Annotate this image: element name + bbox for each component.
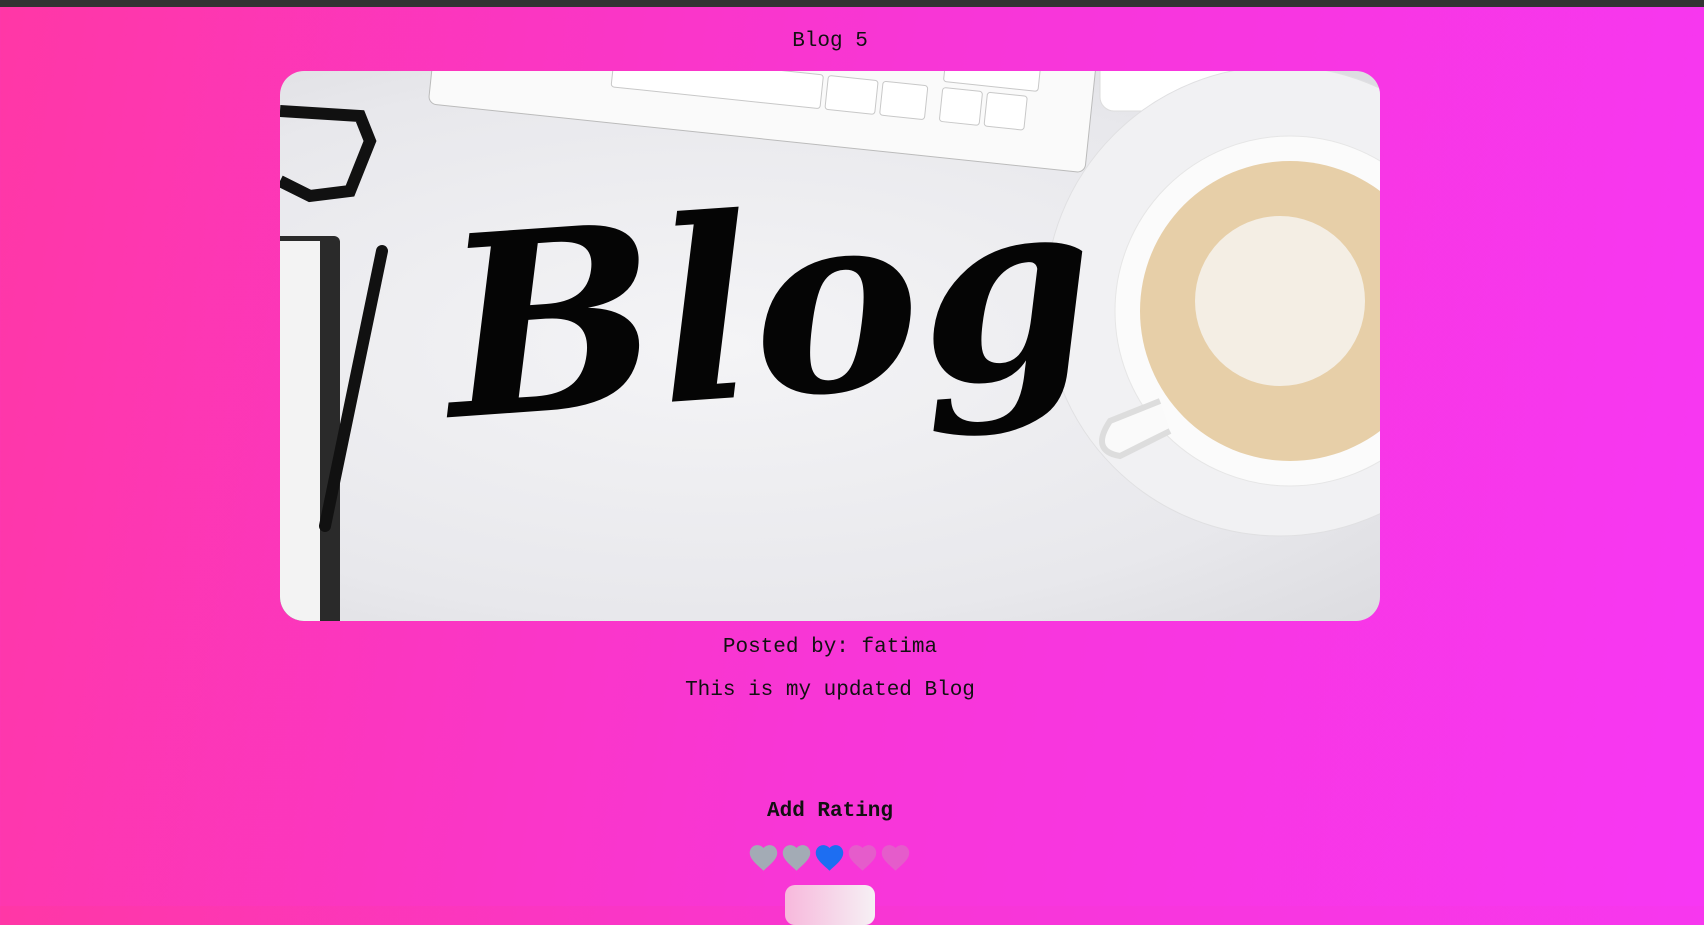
post-title: Blog 5 (792, 30, 868, 53)
post-description: This is my updated Blog (685, 679, 975, 702)
add-rating-heading: Add Rating (766, 800, 894, 823)
heart-icon[interactable] (813, 841, 846, 874)
posted-by: Posted by: fatima (722, 636, 938, 659)
heart-icon[interactable] (879, 841, 912, 874)
blog-script-text: Blog (430, 137, 1103, 476)
post-image: Blog (280, 71, 1380, 621)
heart-icon[interactable] (846, 841, 879, 874)
heart-icon[interactable] (747, 841, 780, 874)
submit-rating-button[interactable] (785, 885, 875, 925)
browser-top-bar (0, 0, 1704, 7)
heart-icon[interactable] (780, 841, 813, 874)
glasses-illustration (280, 105, 377, 203)
rating-hearts (747, 841, 912, 874)
coffee-cup-illustration (1044, 71, 1380, 537)
